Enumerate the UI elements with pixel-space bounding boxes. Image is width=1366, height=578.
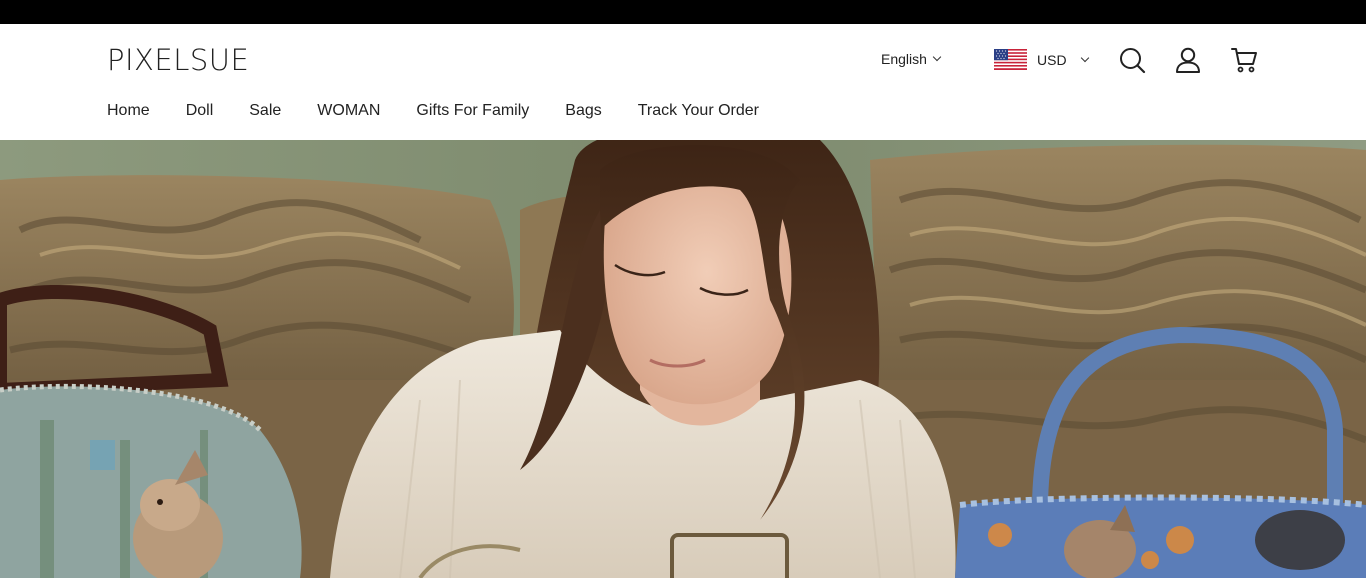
hero-banner[interactable] bbox=[0, 140, 1366, 578]
us-flag-icon bbox=[994, 49, 1027, 70]
nav-item-woman[interactable]: WOMAN bbox=[317, 102, 380, 120]
announcement-bar bbox=[0, 0, 1366, 24]
language-selector[interactable]: English bbox=[881, 51, 942, 67]
site-logo[interactable]: PIXELSUE bbox=[107, 43, 249, 77]
nav-item-sale[interactable]: Sale bbox=[249, 102, 281, 120]
currency-selector[interactable]: USD bbox=[994, 49, 1089, 70]
site-header: PIXELSUE English USD Home Doll Sale WOMA… bbox=[0, 24, 1366, 140]
search-icon[interactable] bbox=[1118, 46, 1146, 74]
currency-label: USD bbox=[1037, 51, 1067, 68]
chevron-down-icon bbox=[1080, 53, 1089, 62]
main-nav: Home Doll Sale WOMAN Gifts For Family Ba… bbox=[107, 102, 795, 120]
nav-item-gifts-for-family[interactable]: Gifts For Family bbox=[416, 102, 529, 120]
nav-item-doll[interactable]: Doll bbox=[186, 102, 214, 120]
user-icon[interactable] bbox=[1174, 46, 1202, 74]
nav-item-home[interactable]: Home bbox=[107, 102, 150, 120]
hero-image bbox=[0, 140, 1366, 578]
chevron-down-icon bbox=[932, 52, 942, 62]
nav-item-bags[interactable]: Bags bbox=[565, 102, 601, 120]
language-label: English bbox=[881, 51, 927, 67]
nav-item-track-your-order[interactable]: Track Your Order bbox=[638, 102, 759, 120]
cart-icon[interactable] bbox=[1230, 46, 1258, 74]
